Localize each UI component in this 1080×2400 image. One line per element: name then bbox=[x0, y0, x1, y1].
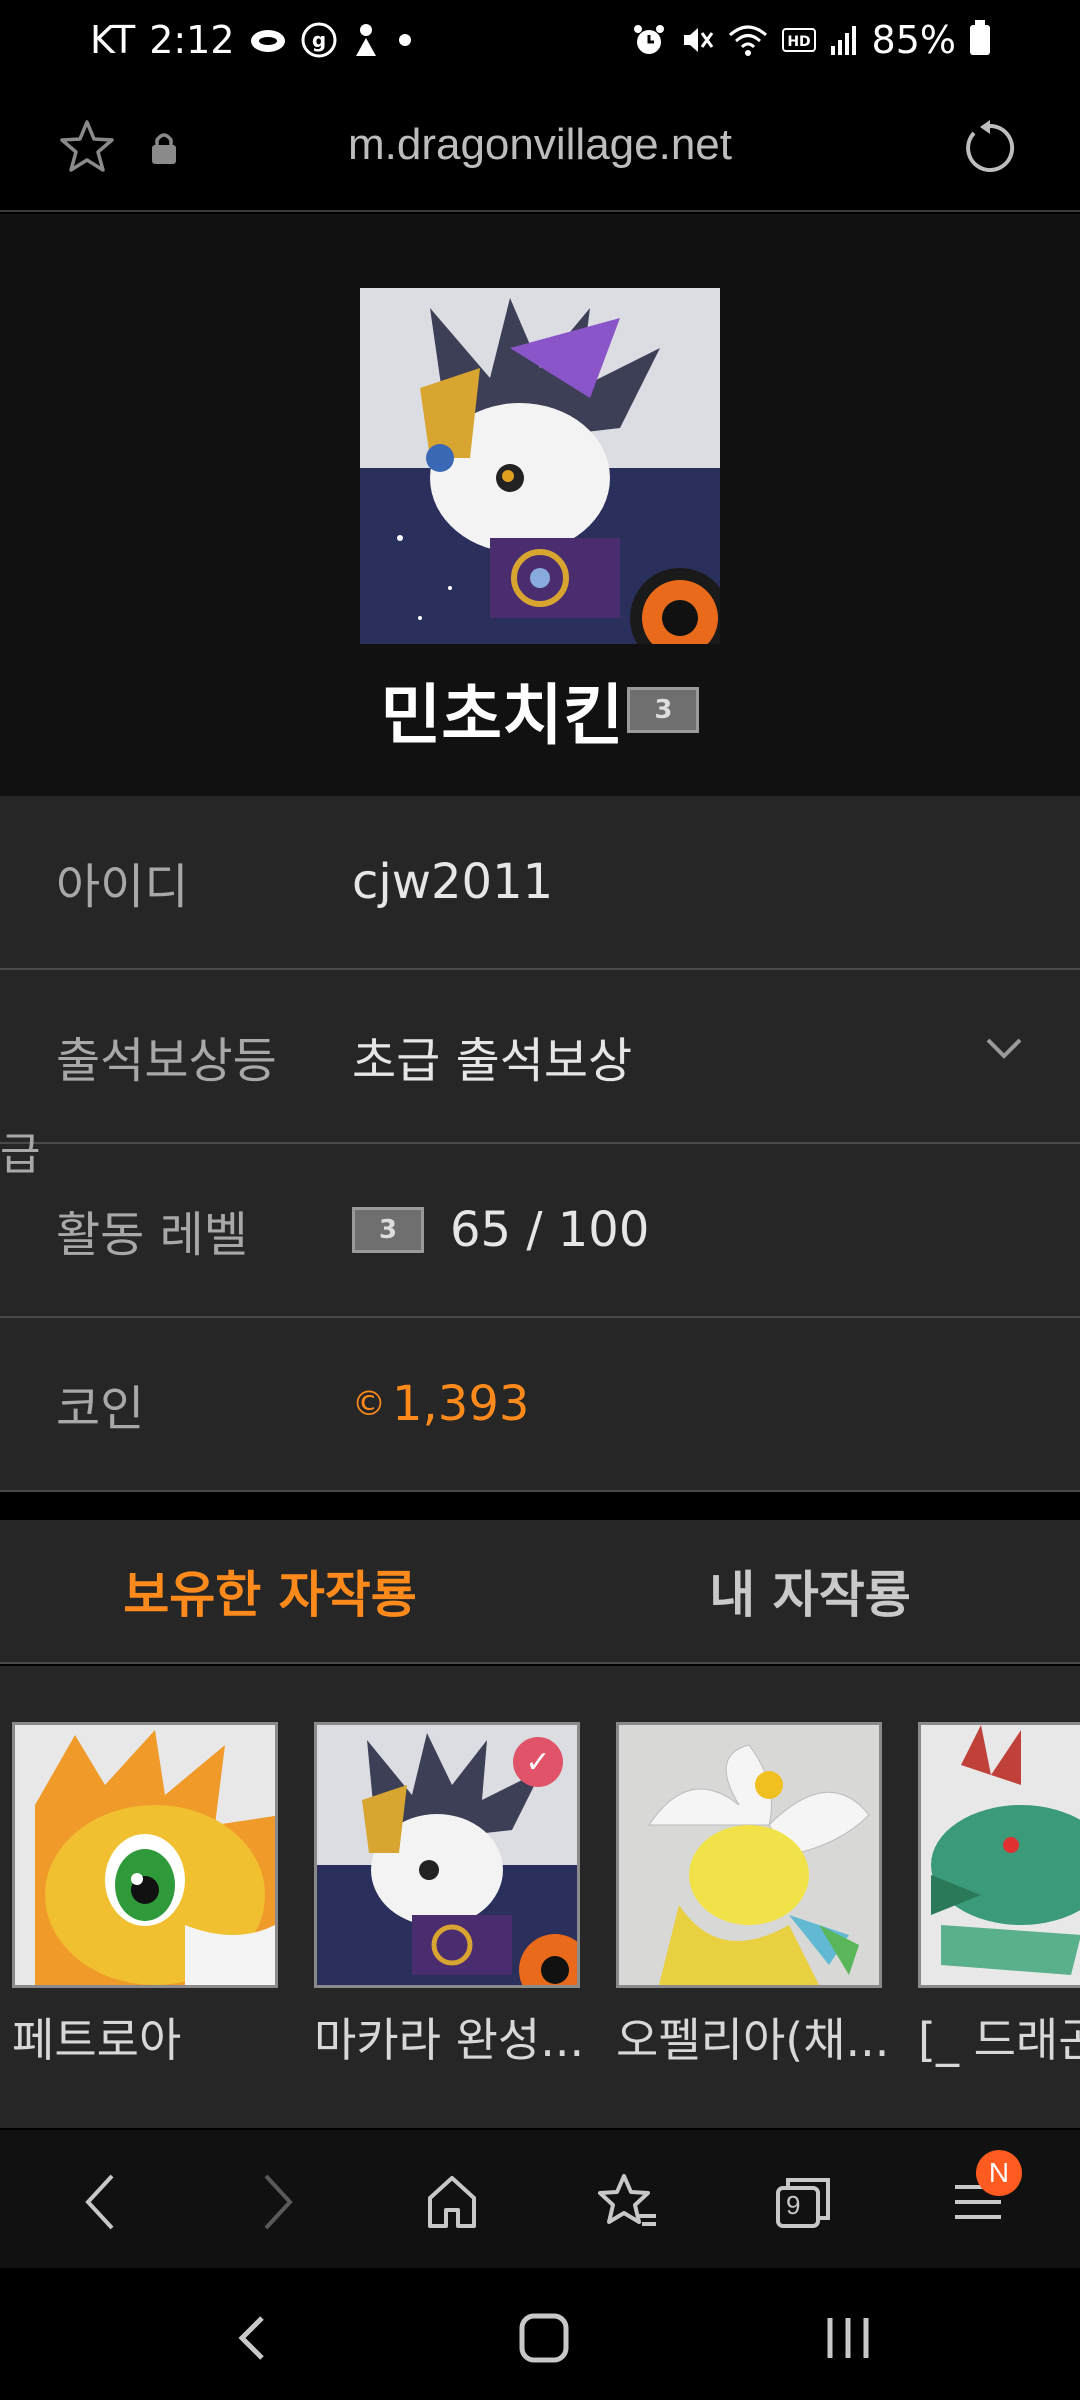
tabs-icon bbox=[776, 2178, 830, 2228]
notification-badge: N bbox=[976, 2150, 1022, 2196]
profile-header: 민초치킨 3 bbox=[0, 214, 1080, 796]
profile-avatar bbox=[360, 288, 720, 644]
carrier-label: KT bbox=[90, 18, 136, 62]
dragon-list: 페트로아 ✓ 마카라 완성... 오펠리아(채... [_ 드래곤 bbox=[0, 1666, 1080, 2128]
level-badge: 3 bbox=[627, 687, 700, 733]
dragon-card[interactable]: 페트로아 bbox=[12, 1722, 278, 2070]
signal-icon bbox=[830, 26, 856, 55]
svg-text:HD: HD bbox=[787, 34, 810, 50]
battery-percent: 85% bbox=[871, 18, 956, 62]
battery-icon bbox=[970, 20, 990, 55]
system-home-icon[interactable] bbox=[514, 2308, 574, 2368]
id-value: cjw2011 bbox=[352, 854, 554, 910]
mute-icon bbox=[683, 28, 713, 52]
bookmark-list-icon bbox=[598, 2174, 656, 2226]
activity-level-value: 65 / 100 bbox=[450, 1202, 650, 1258]
activity-level-value-wrap: 3 65 / 100 bbox=[352, 1202, 649, 1258]
home-icon bbox=[428, 2176, 476, 2228]
system-back-icon[interactable] bbox=[222, 2308, 282, 2368]
tabs-button[interactable]: 9 bbox=[766, 2164, 842, 2240]
tab-count: 9 bbox=[786, 2190, 801, 2220]
browser-bottom-nav: 9 N bbox=[0, 2130, 1080, 2268]
dragon-thumbnail[interactable] bbox=[918, 1722, 1080, 1988]
back-button[interactable] bbox=[62, 2164, 138, 2240]
url-text[interactable]: m.dragonvillage.net bbox=[0, 120, 1080, 170]
refresh-icon[interactable] bbox=[960, 118, 1020, 178]
dragon-name: 페트로아 bbox=[12, 2013, 182, 2067]
coin-label: 코인 bbox=[56, 1381, 145, 1437]
cloud-icon bbox=[250, 30, 285, 52]
attendance-label: 출석보상등 bbox=[56, 1033, 277, 1089]
dragon-card[interactable]: [_ 드래곤 bbox=[918, 1722, 1080, 2070]
attendance-row[interactable]: 출석보상등 초급 출석보상 bbox=[0, 970, 1080, 1144]
id-label: 아이디 bbox=[56, 859, 189, 915]
dragon-card[interactable]: 오펠리아(채... bbox=[616, 1722, 890, 2070]
chevron-right-icon bbox=[264, 2174, 293, 2230]
g-app-icon: g bbox=[301, 22, 337, 58]
tab-my-dragons[interactable]: 내 자작룡 bbox=[540, 1520, 1080, 1662]
forward-button[interactable] bbox=[240, 2164, 316, 2240]
browser-url-bar[interactable]: m.dragonvillage.net bbox=[0, 80, 1080, 212]
home-button[interactable] bbox=[414, 2164, 490, 2240]
dragon-name: 마카라 완성... bbox=[314, 2013, 585, 2067]
profile-nickname: 민초치킨 bbox=[380, 677, 624, 754]
clock: 2:12 bbox=[149, 18, 235, 62]
activity-level-badge: 3 bbox=[352, 1207, 424, 1253]
attendance-label-wrap: 급 bbox=[0, 1129, 41, 1180]
alarm-icon bbox=[633, 25, 664, 54]
chevron-down-icon[interactable] bbox=[982, 1026, 1026, 1070]
account-info-list: 아이디 cjw2011 출석보상등 초급 출석보상 활동 레벨 3 65 / 1… bbox=[0, 796, 1080, 1492]
activity-level-label: 활동 레벨 bbox=[56, 1207, 248, 1263]
status-bar: KT 2:12 g HD 85% bbox=[0, 0, 1080, 80]
dragon-name: [_ 드래곤 bbox=[918, 2013, 1080, 2067]
coin-value: 1,393 bbox=[392, 1376, 530, 1432]
coin-row: 코인 © 1,393 bbox=[0, 1318, 1080, 1492]
wifi-icon bbox=[728, 25, 767, 56]
dragon-name: 오펠리아(채... bbox=[616, 2013, 890, 2067]
svg-text:g: g bbox=[311, 28, 325, 52]
dot-icon bbox=[398, 34, 411, 46]
system-recents-icon[interactable] bbox=[818, 2308, 878, 2368]
dragon-thumbnail[interactable] bbox=[12, 1722, 278, 1988]
figure-app-icon bbox=[355, 24, 376, 56]
dragon-card[interactable]: ✓ 마카라 완성... bbox=[314, 1722, 585, 2070]
dragon-thumbnail[interactable]: ✓ bbox=[314, 1722, 580, 1988]
dragon-thumbnail[interactable] bbox=[616, 1722, 882, 1988]
coin-icon: © bbox=[352, 1384, 386, 1424]
hd-icon: HD bbox=[781, 28, 816, 52]
tab-owned-dragons[interactable]: 보유한 자작룡 bbox=[0, 1520, 540, 1662]
bookmarks-button[interactable] bbox=[590, 2164, 666, 2240]
activity-level-row: 활동 레벨 3 65 / 100 bbox=[0, 1144, 1080, 1318]
dragon-tabs: 보유한 자작룡 내 자작룡 bbox=[0, 1520, 1080, 1664]
chevron-left-icon bbox=[85, 2174, 114, 2230]
system-nav-bar bbox=[0, 2268, 1080, 2400]
id-row: 아이디 cjw2011 bbox=[0, 796, 1080, 970]
attendance-value[interactable]: 초급 출석보상 bbox=[352, 1021, 632, 1091]
coin-value-wrap: © 1,393 bbox=[352, 1376, 529, 1432]
selected-check-icon: ✓ bbox=[513, 1737, 563, 1787]
